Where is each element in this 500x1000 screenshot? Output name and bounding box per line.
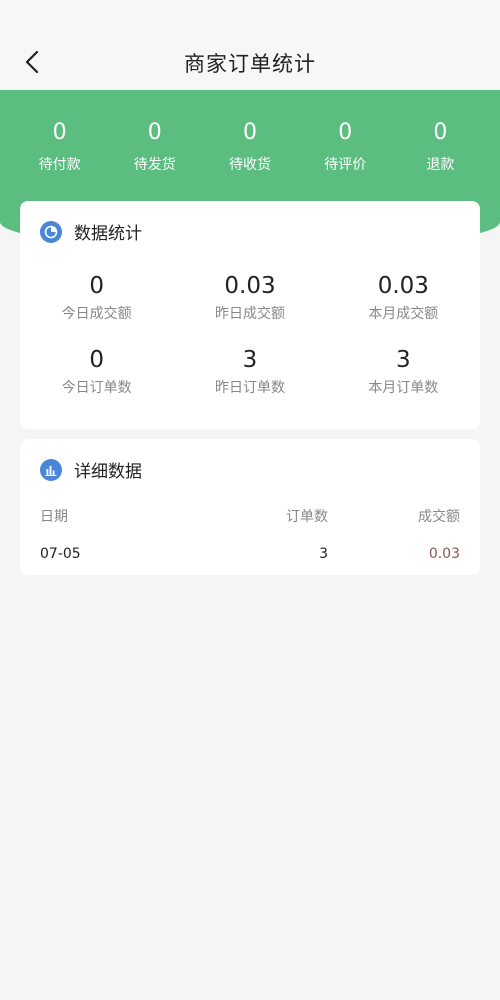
pie-chart-icon	[40, 220, 62, 243]
order-stats-page: 商家订单统计 0 待付款 0 待发货 0 待收货 0 待评价 0 退款 数据统计…	[0, 0, 500, 1000]
column-header-count: 订单数	[286, 509, 328, 525]
stats-card: 数据统计 0 今日成交额 0.03 昨日成交额 0.03 本月成交额 0 今日订…	[20, 201, 480, 429]
status-count: 0	[433, 120, 448, 145]
status-label: 待收货	[229, 157, 271, 173]
status-count: 0	[52, 120, 67, 145]
row-count: 3	[319, 546, 328, 562]
status-pending-receipt[interactable]: 0 待收货	[202, 118, 297, 178]
stat-month-revenue: 0.03 本月成交额	[327, 271, 480, 323]
status-count: 0	[338, 120, 353, 145]
status-refund[interactable]: 0 退款	[393, 118, 488, 178]
status-label: 待付款	[38, 157, 81, 173]
order-status-row: 0 待付款 0 待发货 0 待收货 0 待评价 0 退款	[0, 118, 500, 178]
stat-value: 0.03	[377, 273, 429, 299]
status-label: 待发货	[133, 157, 176, 173]
stat-value: 0	[89, 273, 104, 299]
table-header: 日期 订单数 成交额	[40, 506, 460, 526]
status-count: 0	[147, 120, 162, 145]
page-title: 商家订单统计	[184, 52, 316, 76]
column-header-amount: 成交额	[418, 509, 460, 525]
status-pending-shipment[interactable]: 0 待发货	[107, 118, 202, 178]
stat-label: 今日订单数	[61, 380, 132, 396]
status-label: 待评价	[324, 157, 367, 173]
detail-card: 详细数据 日期 订单数 成交额 07-05 3 0.03	[20, 439, 480, 575]
stat-label: 今日成交额	[61, 306, 132, 322]
column-header-date: 日期	[40, 509, 68, 525]
stat-value: 0.03	[224, 273, 276, 299]
stat-month-orders: 3 本月订单数	[327, 345, 480, 397]
table-row: 07-05 3 0.03	[40, 546, 460, 562]
stat-value: 0	[89, 347, 104, 373]
navbar: 商家订单统计	[0, 0, 500, 90]
status-label: 退款	[426, 157, 455, 173]
detail-card-title: 详细数据	[74, 462, 142, 482]
status-count: 0	[243, 120, 257, 145]
stat-yesterday-orders: 3 昨日订单数	[173, 345, 326, 397]
stat-yesterday-revenue: 0.03 昨日成交额	[173, 271, 326, 323]
bar-chart-icon	[40, 458, 62, 481]
status-pending-review[interactable]: 0 待评价	[298, 118, 393, 178]
stat-today-revenue: 0 今日成交额	[20, 271, 173, 323]
stats-card-header: 数据统计	[40, 219, 142, 244]
stat-value: 3	[242, 347, 258, 373]
stat-label: 昨日订单数	[214, 380, 285, 396]
row-amount: 0.03	[428, 546, 460, 562]
status-pending-payment[interactable]: 0 待付款	[12, 118, 107, 178]
stats-grid: 0 今日成交额 0.03 昨日成交额 0.03 本月成交额 0 今日订单数 3 …	[20, 271, 480, 397]
detail-card-header: 详细数据	[40, 457, 142, 482]
stat-label: 本月订单数	[368, 380, 439, 396]
stats-card-title: 数据统计	[74, 224, 142, 244]
row-date: 07-05	[40, 546, 81, 562]
stat-label: 本月成交额	[368, 306, 439, 322]
stat-today-orders: 0 今日订单数	[20, 345, 173, 397]
stat-value: 3	[396, 347, 411, 373]
stat-label: 昨日成交额	[214, 306, 285, 322]
